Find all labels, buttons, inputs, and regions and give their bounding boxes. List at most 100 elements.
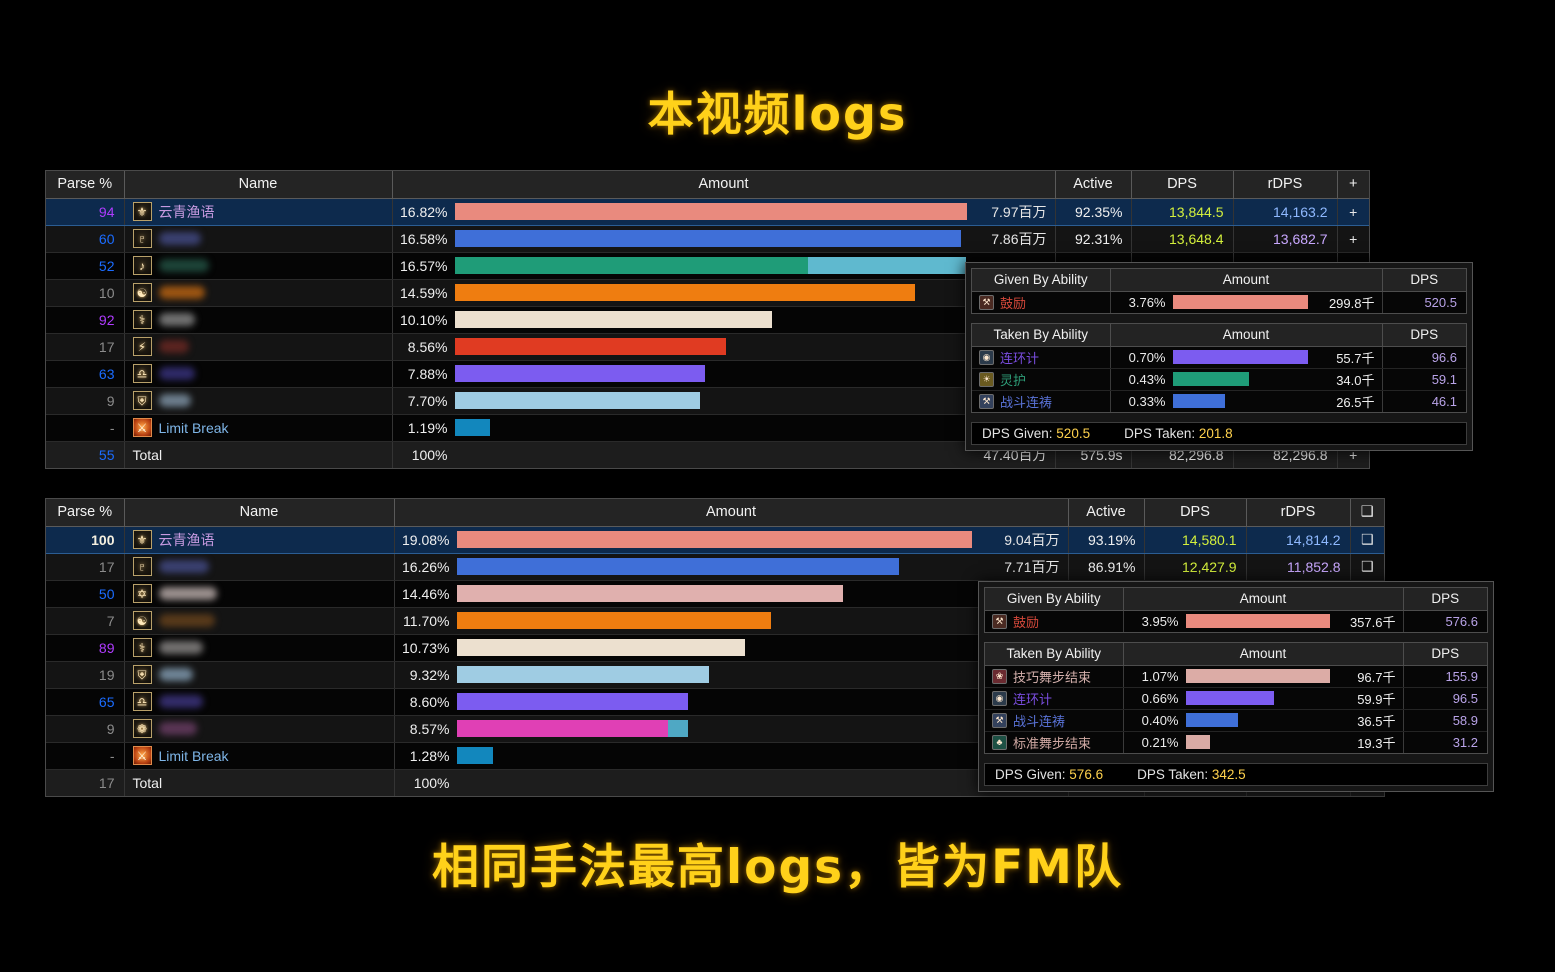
expand-button[interactable]: + xyxy=(1337,225,1369,253)
bar-fill xyxy=(456,612,972,629)
parse-value: - xyxy=(109,747,115,764)
parse-percent-cell: 9 xyxy=(46,715,125,743)
dps-taken-label: DPS Taken: xyxy=(1137,767,1209,782)
name-cell-wrap[interactable]: ⛨ ████ xyxy=(124,661,395,689)
bar-segment-0 xyxy=(454,392,701,409)
table-row[interactable]: 17 ♇ ████ 16.26% 7.71百万 86.91% 12,427.9 11,852.… xyxy=(46,553,1384,581)
ability-bar-track xyxy=(1172,394,1320,409)
table-row[interactable]: 100 ⚜ 云青渔语 19.08% 9.04百万 93.19% 14,580.1 14,814… xyxy=(46,526,1384,554)
ability-amount-value: 357.6千 xyxy=(1349,614,1396,630)
job-icon-ninja: ☯ xyxy=(132,611,152,630)
amount-percent: 10.73% xyxy=(402,639,450,656)
column-header-6[interactable]: ❑ xyxy=(1350,499,1384,527)
name-cell-wrap[interactable]: ⚔ Limit Break xyxy=(124,742,395,770)
bar-segment-0 xyxy=(456,639,745,656)
ability-percent: 0.43% xyxy=(1128,371,1166,387)
name-cell-wrap[interactable]: ❁ ████ xyxy=(124,715,395,743)
bar-track xyxy=(454,311,967,328)
rdps-cell: 14,163.2 xyxy=(1233,198,1338,226)
active-value: 86.91% xyxy=(1088,558,1136,575)
name-cell-wrap[interactable]: ☯ ████ xyxy=(124,279,393,307)
bar-track xyxy=(456,531,972,548)
bar-track xyxy=(456,666,972,683)
player-name: Limit Break xyxy=(158,747,229,764)
name-cell-wrap[interactable]: ♎ ████ xyxy=(124,688,395,716)
tooltip-row[interactable]: ◉ 连环计 0.66% 59.9千 96.5 xyxy=(985,687,1487,710)
name-cell-wrap[interactable]: ♪ ████ xyxy=(124,252,393,280)
name-cell-wrap[interactable]: ☯ ████ xyxy=(124,607,395,635)
bar-segment-0 xyxy=(454,338,726,355)
name-cell-wrap[interactable]: ⛨ ████ xyxy=(124,387,393,415)
expand-button[interactable]: ❑ xyxy=(1350,553,1384,581)
parse-percent-cell: 19 xyxy=(46,661,125,689)
name-cell-wrap[interactable]: ⚕ ████ xyxy=(124,306,393,334)
parse-percent-cell: 65 xyxy=(46,688,125,716)
parse-value: 65 xyxy=(98,693,115,710)
amount-percent: 1.28% xyxy=(409,747,450,764)
expand-button[interactable]: ❑ xyxy=(1350,526,1384,554)
name-cell-wrap[interactable]: ⚡ ████ xyxy=(124,333,393,361)
parse-value: 63 xyxy=(98,365,115,382)
name-cell-wrap[interactable]: ⚔ Limit Break xyxy=(124,414,393,442)
bar-fill xyxy=(454,392,967,409)
tooltip-row[interactable]: ⚒ 战斗连祷 0.33% 26.5千 46.1 xyxy=(972,390,1466,412)
tooltip-row[interactable]: ⚒ 战斗连祷 0.40% 36.5千 58.9 xyxy=(985,709,1487,732)
table-row[interactable]: 94 ⚜ 云青渔语 16.82% 7.97百万 92.35% 13,844.5 14,163.… xyxy=(46,198,1369,226)
total-bar-track xyxy=(455,446,967,463)
tooltip-row[interactable]: ◉ 连环计 0.70% 55.7千 96.6 xyxy=(972,346,1466,369)
taken-by-ability-block-2: Taken By Ability Amount DPS ❀ 技巧舞步结束 1.07% 96.… xyxy=(984,642,1488,754)
expand-button[interactable]: + xyxy=(1337,198,1369,226)
name-cell-wrap[interactable]: ⚜ 云青渔语 xyxy=(124,526,395,554)
ability-bar-fill xyxy=(1185,669,1330,683)
active-cell: 92.31% xyxy=(1055,225,1132,253)
bar-track xyxy=(456,747,972,764)
amount-cell: 1.19% xyxy=(392,414,1056,442)
job-icon-samurai: ⚡ xyxy=(132,337,152,356)
ability-tooltip-1: Given By Ability Amount DPS ⚒ 鼓励 3.76% 299.8千 5… xyxy=(965,262,1473,451)
ability-dps-value: 96.5 xyxy=(1452,690,1478,706)
column-header-6[interactable]: + xyxy=(1337,171,1369,199)
ability-dps-cell: 58.9 xyxy=(1403,709,1487,732)
bar-segment-0 xyxy=(454,419,491,436)
tooltip-row[interactable]: ⚒ 鼓励 3.95% 357.6千 576.6 xyxy=(985,610,1487,632)
bar-fill xyxy=(456,558,972,575)
tooltip-column-header-2: DPS xyxy=(1403,643,1487,666)
column-header-0: Parse % xyxy=(46,171,125,199)
name-cell-wrap[interactable]: ⚜ 云青渔语 xyxy=(124,198,393,226)
ability-name: 战斗连祷 xyxy=(1000,394,1053,410)
rdps-value: 14,163.2 xyxy=(1273,203,1328,220)
ability-dps-cell: 576.6 xyxy=(1403,610,1487,632)
tooltip-row[interactable]: ⚒ 鼓励 3.76% 299.8千 520.5 xyxy=(972,291,1466,313)
job-icon-whitemage: ⚕ xyxy=(132,638,152,657)
ability-icon-technical-finish: ❀ xyxy=(992,668,1007,684)
ability-bar-track xyxy=(1185,691,1341,705)
ability-name: 战斗连祷 xyxy=(1013,713,1066,729)
dps-cell: 13,648.4 xyxy=(1131,225,1234,253)
name-cell-wrap[interactable]: ⚕ ████ xyxy=(124,634,395,662)
amount-percent: 8.60% xyxy=(409,693,450,710)
name-cell-wrap[interactable]: ✡ ████ xyxy=(124,580,395,608)
ability-icon-embolden: ⚒ xyxy=(979,294,994,310)
dps-value: 14,580.1 xyxy=(1182,531,1237,548)
amount-percent: 16.58% xyxy=(400,230,448,247)
ability-icon-chain-stratagem: ◉ xyxy=(992,690,1007,706)
rdps-cell: 11,852.8 xyxy=(1246,553,1351,581)
given-body-2: Given By Ability Amount DPS ⚒ 鼓励 3.95% 357.6千 5… xyxy=(985,588,1487,632)
ability-percent: 3.76% xyxy=(1128,294,1166,310)
name-cell-wrap[interactable]: ♇ ████ xyxy=(124,225,393,253)
name-cell-wrap[interactable]: ♇ ████ xyxy=(124,553,395,581)
tooltip-row[interactable]: ♣ 标准舞步结束 0.21% 19.3千 31.2 xyxy=(985,731,1487,753)
tooltip-row[interactable]: ☀ 灵护 0.43% 34.0千 59.1 xyxy=(972,368,1466,391)
total-parse-value: 55 xyxy=(98,446,115,463)
parse-value: 60 xyxy=(98,230,115,247)
total-parse-cell: 55 xyxy=(46,441,125,468)
ability-name: 连环计 xyxy=(1000,350,1040,366)
ability-percent: 0.21% xyxy=(1141,734,1179,750)
tooltip-row[interactable]: ❀ 技巧舞步结束 1.07% 96.7千 155.9 xyxy=(985,665,1487,688)
bar-segment-1 xyxy=(667,720,689,737)
ability-amount-value: 96.7千 xyxy=(1357,669,1396,685)
table-row[interactable]: 60 ♇ ████ 16.58% 7.86百万 92.31% 13,648.4 13,682.… xyxy=(46,225,1369,253)
job-icon-bard: ♪ xyxy=(132,256,152,275)
total-label-cell: Total xyxy=(124,769,395,796)
name-cell-wrap[interactable]: ♎ ████ xyxy=(124,360,393,388)
